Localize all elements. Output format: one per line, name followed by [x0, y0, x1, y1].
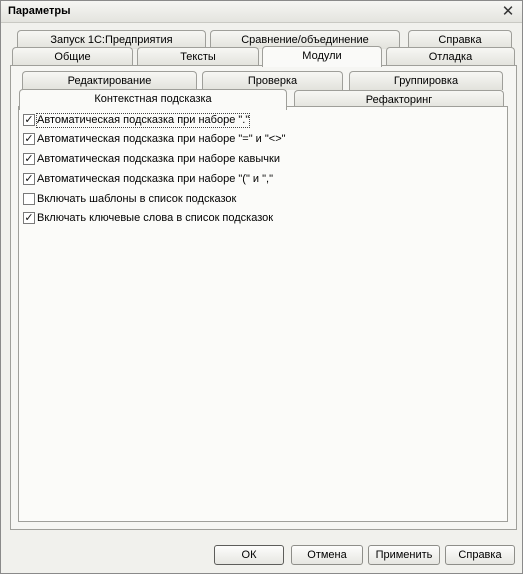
context-hint-panel	[18, 106, 508, 522]
tab-general[interactable]: Общие	[12, 47, 133, 66]
option-label: Включать шаблоны в список подсказок	[37, 193, 237, 205]
parameters-dialog: Параметры ✕ Запуск 1С:Предприятия Сравне…	[0, 0, 523, 574]
cancel-button[interactable]: Отмена	[291, 545, 363, 565]
tab-modules[interactable]: Модули	[262, 46, 382, 67]
checkbox-hint-quote[interactable]: ✓	[23, 153, 35, 165]
apply-button[interactable]: Применить	[368, 545, 440, 565]
window-title: Параметры	[8, 5, 71, 17]
option-label: Включать ключевые слова в список подсказ…	[37, 212, 274, 224]
checkbox-include-keywords[interactable]: ✓	[23, 212, 35, 224]
title-bar: Параметры ✕	[1, 1, 522, 23]
subtab-context-hint[interactable]: Контекстная подсказка	[19, 89, 287, 110]
subtab-grouping[interactable]: Группировка	[349, 71, 503, 90]
subtab-check[interactable]: Проверка	[202, 71, 343, 90]
checkbox-hint-equals[interactable]: ✓	[23, 133, 35, 145]
ok-button[interactable]: ОК	[214, 545, 284, 565]
option-label: Автоматическая подсказка при наборе "."	[35, 113, 251, 128]
checkbox-hint-paren[interactable]: ✓	[23, 173, 35, 185]
option-label: Автоматическая подсказка при наборе кавы…	[37, 153, 280, 165]
checkbox-include-templates[interactable]	[23, 193, 35, 205]
tab-texts[interactable]: Тексты	[137, 47, 259, 66]
option-label: Автоматическая подсказка при наборе "=" …	[37, 133, 286, 145]
option-label: Автоматическая подсказка при наборе "(" …	[37, 173, 273, 185]
close-icon[interactable]: ✕	[500, 3, 516, 20]
tab-debug[interactable]: Отладка	[386, 47, 515, 66]
help-button[interactable]: Справка	[445, 545, 515, 565]
subtab-editing[interactable]: Редактирование	[22, 71, 197, 90]
checkbox-hint-dot[interactable]: ✓	[23, 114, 35, 126]
